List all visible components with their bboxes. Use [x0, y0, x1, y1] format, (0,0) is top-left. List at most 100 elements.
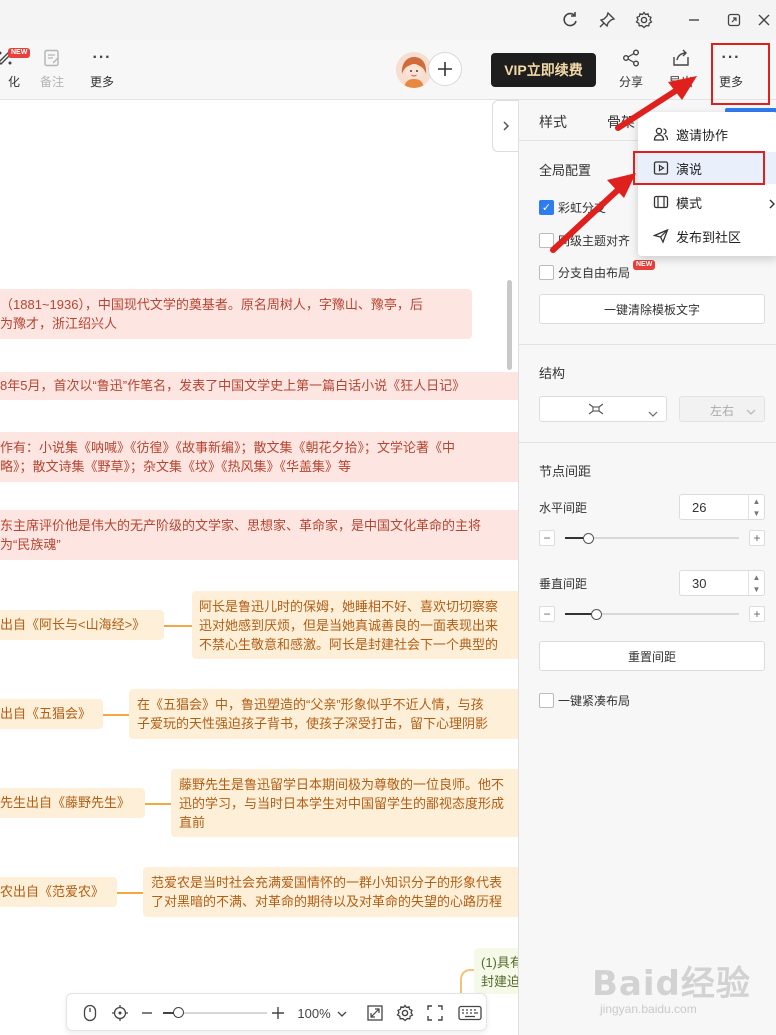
- title-bar: [0, 0, 776, 40]
- spinner-icon[interactable]: ▲ ▼: [748, 571, 764, 595]
- mindmap-canvas[interactable]: （1881~1936），中国现代文学的奠基者。原名周树人，字豫山、豫亭，后 为豫…: [0, 100, 518, 1035]
- menu-item-invite[interactable]: 邀请协作: [638, 118, 776, 150]
- minimize-icon[interactable]: [682, 8, 706, 32]
- watermark: Baid经验 jingyan.baidu.com: [592, 950, 772, 1030]
- checkbox-icon: [539, 692, 554, 708]
- connector-line: [117, 892, 143, 894]
- free-layout-checkbox[interactable]: 分支自由布局: [539, 263, 630, 281]
- spinner-icon[interactable]: ▲ ▼: [748, 495, 764, 519]
- more-tool-button[interactable]: ··· 更多: [77, 46, 127, 94]
- free-layout-label: 分支自由布局: [558, 265, 631, 280]
- keyboard-icon[interactable]: [455, 994, 485, 1032]
- zoom-slider-knob[interactable]: [173, 1007, 184, 1018]
- vertical-spacing-value: 30: [692, 576, 707, 591]
- node-text: 在《五猖会》中，鲁迅塑造的“父亲”形象似乎不近人情，与孩: [137, 697, 484, 712]
- slider-knob[interactable]: [582, 533, 594, 544]
- vertical-spacing-label: 垂直间距: [539, 577, 588, 591]
- structure-title: 结构: [539, 366, 566, 381]
- chevron-right-icon: [768, 197, 776, 212]
- share-button[interactable]: 分享: [606, 46, 656, 94]
- zoom-level-value: 100%: [297, 1005, 331, 1021]
- note-icon: [42, 46, 62, 70]
- node-text: （1881~1936），中国现代文学的奠基者。原名周树人，字豫山、豫亭，后: [0, 297, 423, 312]
- refresh-icon[interactable]: [558, 8, 582, 32]
- clear-template-text-button[interactable]: 一键清除模板文字: [539, 294, 765, 324]
- align-label: 同级主题对齐: [558, 233, 631, 248]
- node-text: 阿长是鲁迅儿时的保姆，她睡相不好、喜欢切切察察: [199, 599, 499, 614]
- mindmap-node[interactable]: 阿长是鲁迅儿时的保姆，她睡相不好、喜欢切切察察 迅对她感到厌烦，但是当她真诚善良…: [192, 591, 518, 659]
- close-icon[interactable]: [752, 8, 776, 32]
- mindmap-node[interactable]: 农出自《范爱农》: [0, 877, 117, 907]
- bottom-toolbar: 100%: [66, 993, 487, 1031]
- structure-select[interactable]: [539, 396, 667, 422]
- watermark-logo: Baid经验: [592, 964, 751, 1004]
- node-text: 农出自《范爱农》: [0, 884, 105, 899]
- node-text: 先生出自《藤野先生》: [0, 795, 131, 810]
- rainbow-branch-checkbox[interactable]: ✓ 彩虹分支: [539, 198, 606, 216]
- compact-layout-checkbox[interactable]: 一键紧凑布局: [539, 691, 630, 709]
- divider: [519, 344, 776, 345]
- menu-item-publish[interactable]: 发布到社区: [638, 220, 776, 252]
- vertical-spacing-input[interactable]: 30 ▲ ▼: [679, 570, 765, 596]
- direction-select[interactable]: 左右: [679, 396, 765, 422]
- menu-item-label: 发布到社区: [676, 229, 742, 245]
- mindmap-node[interactable]: 8年5月，首次以“鲁迅”作笔名，发表了中国文学史上第一篇白话小说《狂人日记》: [0, 372, 518, 400]
- node-text: (1)具有: [481, 955, 518, 970]
- decrease-button[interactable]: −: [539, 530, 555, 546]
- zoom-level-select[interactable]: 100%: [293, 994, 351, 1032]
- mindmap-node[interactable]: 先生出自《藤野先生》: [0, 788, 145, 818]
- mindmap-node[interactable]: 在《五猖会》中，鲁迅塑造的“父亲”形象似乎不近人情，与孩 子爱玩的天性强迫孩子背…: [129, 689, 518, 739]
- decrease-button[interactable]: −: [539, 606, 555, 622]
- node-text: 略》；散文诗集《野草》；杂文集《坟》《热风集》《华盖集》等: [0, 459, 352, 474]
- horizontal-spacing-slider[interactable]: − +: [539, 530, 765, 546]
- note-button[interactable]: 备注: [27, 46, 77, 94]
- increase-button[interactable]: +: [749, 606, 765, 622]
- pin-icon[interactable]: [595, 8, 619, 32]
- settings-icon[interactable]: [393, 994, 417, 1032]
- mindmap-node[interactable]: 范爱农是当时社会充满爱国情怀的一群小知识分子的形象代表 了对黑暗的不满、对革命的…: [143, 867, 518, 917]
- fullscreen-icon[interactable]: [423, 994, 447, 1032]
- mindmap-node[interactable]: 出自《阿长与<山海经>》: [0, 610, 164, 640]
- restore-icon[interactable]: [722, 8, 746, 32]
- menu-item-mode[interactable]: 模式: [638, 186, 776, 218]
- collapse-panel-button[interactable]: [492, 100, 518, 152]
- users-icon: [652, 126, 670, 142]
- avatar[interactable]: [396, 52, 432, 88]
- tab-skeleton[interactable]: 骨架: [607, 112, 635, 132]
- format-tool-label: 化: [7, 75, 20, 89]
- mindmap-node[interactable]: （1881~1936），中国现代文学的奠基者。原名周树人，字豫山、豫亭，后 为豫…: [0, 289, 472, 339]
- new-badge: NEW: [633, 260, 656, 270]
- slider-knob[interactable]: [591, 609, 603, 620]
- tab-style[interactable]: 样式: [539, 112, 567, 132]
- zoom-out-button[interactable]: [139, 994, 155, 1032]
- vertical-spacing-slider[interactable]: − +: [539, 606, 765, 622]
- format-tool-button[interactable]: 化 NEW: [0, 46, 31, 94]
- mouse-icon[interactable]: [77, 994, 103, 1032]
- increase-button[interactable]: +: [749, 530, 765, 546]
- node-text: 封建迫: [481, 974, 518, 989]
- canvas-scrollbar[interactable]: [507, 280, 512, 370]
- reset-spacing-button[interactable]: 重置间距: [539, 641, 765, 671]
- mindmap-node[interactable]: 藤野先生是鲁迅留学日本期间极为尊敬的一位良师。他不 迅的学习，与当时日本学生对中…: [171, 769, 518, 837]
- node-text: 范爱农是当时社会充满爱国情怀的一群小知识分子的形象代表: [151, 875, 503, 890]
- locate-icon[interactable]: [107, 994, 133, 1032]
- align-checkbox[interactable]: 同级主题对齐: [539, 231, 630, 249]
- zoom-in-button[interactable]: [269, 994, 287, 1032]
- horizontal-spacing-input[interactable]: 26 ▲ ▼: [679, 494, 765, 520]
- node-text: 迅对她感到厌烦，但是当她真诚善良的一面表现出来: [199, 618, 499, 633]
- node-text: 了对黑暗的不满、对革命的期待以及对革命的失望的心路历程: [151, 894, 503, 909]
- node-text: 藤野先生是鲁迅留学日本期间极为尊敬的一位良师。他不: [179, 777, 505, 792]
- gear-icon[interactable]: [632, 8, 656, 32]
- add-collaborator-button[interactable]: [428, 52, 462, 86]
- horizontal-spacing-label: 水平间距: [539, 501, 588, 515]
- menu-item-label: 邀请协作: [676, 127, 729, 143]
- mindmap-node[interactable]: 作有：小说集《呐喊》《彷徨》《故事新编》；散文集《朝花夕拾》；文学论著《中 略》…: [0, 432, 518, 482]
- mindmap-node[interactable]: (1)具有 封建迫: [474, 948, 518, 994]
- chevron-down-icon: [337, 1006, 347, 1021]
- note-label: 备注: [39, 75, 64, 89]
- mindmap-node[interactable]: 出自《五猖会》: [0, 699, 103, 729]
- fit-screen-icon[interactable]: [363, 994, 387, 1032]
- export-button[interactable]: 导出: [656, 46, 706, 94]
- vip-renew-button[interactable]: VIP立即续费: [491, 53, 596, 87]
- mindmap-node[interactable]: 东主席评价他是伟大的无产阶级的文学家、思想家、革命家，是中国文化革命的主将 为“…: [0, 510, 518, 560]
